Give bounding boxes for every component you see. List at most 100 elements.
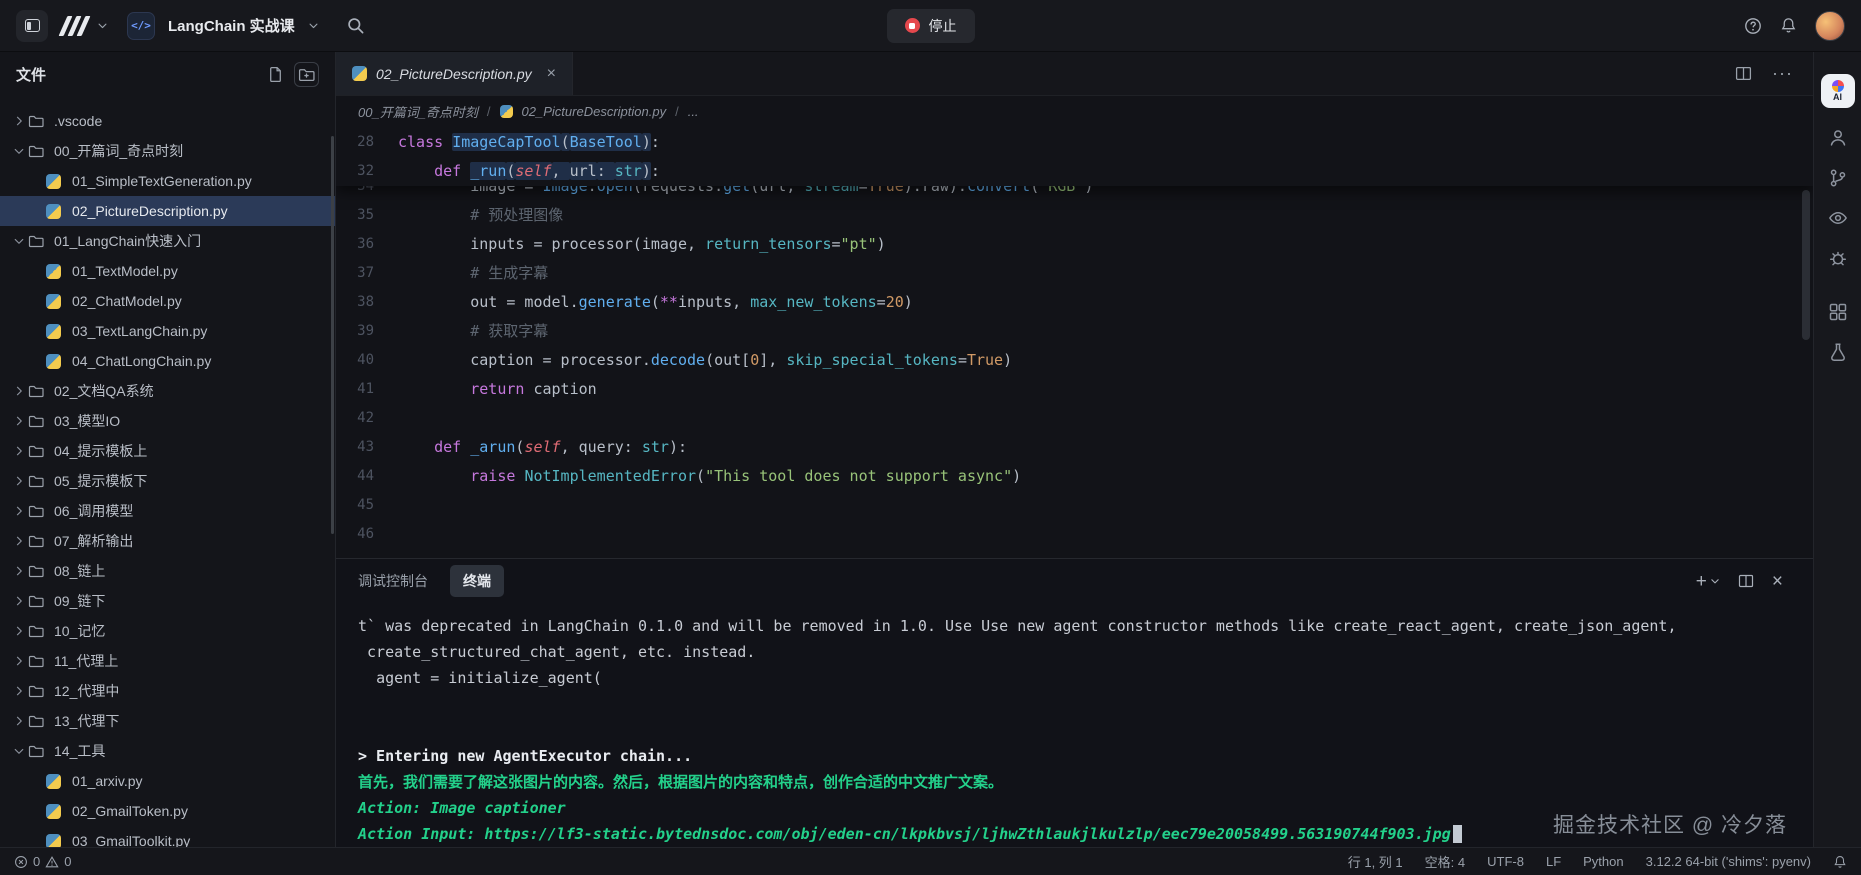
folder-icon [28,413,48,429]
tree-folder-item[interactable]: 07_解析输出 [0,526,335,556]
line-number: 40 [336,346,398,375]
tree-file-item[interactable]: 01_TextModel.py [0,256,335,286]
indentation[interactable]: 空格: 4 [1425,852,1465,871]
extensions-icon[interactable] [1828,302,1848,322]
breadcrumb-separator: / [487,104,491,119]
tree-folder-item[interactable]: 10_记忆 [0,616,335,646]
terminal-line: create_structured_chat_agent, etc. inste… [358,639,1813,665]
scrollbar-thumb[interactable] [1802,190,1810,340]
eol-sequence[interactable]: LF [1546,854,1561,869]
chevron-right-icon [10,685,28,697]
preview-icon[interactable] [1828,208,1848,228]
python-icon [46,324,66,339]
code-editor[interactable]: 28class ImageCapTool(BaseTool):32 def _r… [336,126,1813,558]
split-panel-icon[interactable] [1738,573,1754,589]
chevron-right-icon [10,625,28,637]
folder-icon [28,743,48,759]
chevron-right-icon [10,445,28,457]
code-line: 37 # 生成字幕 [336,259,1813,288]
tree-folder-item[interactable]: 01_LangChain快速入门 [0,226,335,256]
chevron-down-icon[interactable] [308,20,319,31]
line-number: 41 [336,375,398,404]
tree-file-item[interactable]: 02_ChatModel.py [0,286,335,316]
tree-folder-item[interactable]: 11_代理上 [0,646,335,676]
language-mode[interactable]: Python [1583,854,1623,869]
tree-folder-item[interactable]: 00_开篇词_奇点时刻 [0,136,335,166]
tree-item-label: 12_代理中 [54,681,119,701]
tree-item-label: 07_解析输出 [54,531,133,551]
terminal-line [358,717,1813,743]
breadcrumb-file[interactable]: 02_PictureDescription.py [522,104,667,119]
tree-folder-item[interactable]: 02_文档QA系统 [0,376,335,406]
new-folder-icon[interactable] [294,62,319,87]
breadcrumb-folder[interactable]: 00_开篇词_奇点时刻 [358,102,478,121]
tree-item-label: 00_开篇词_奇点时刻 [54,141,183,161]
chevron-down-icon[interactable] [97,20,108,31]
stop-button[interactable]: 停止 [887,9,975,43]
folder-icon [28,233,48,249]
tree-folder-item[interactable]: .vscode [0,106,335,136]
editor-scrollbar[interactable] [1801,126,1811,558]
tree-folder-item[interactable]: 06_调用模型 [0,496,335,526]
ai-assistant-icon[interactable]: AI [1821,74,1855,108]
breadcrumb: 00_开篇词_奇点时刻 / 02_PictureDescription.py /… [336,96,1813,126]
terminal-cursor [1453,825,1462,843]
tree-folder-item[interactable]: 05_提示模板下 [0,466,335,496]
chevron-right-icon [10,565,28,577]
experiments-icon[interactable] [1828,342,1848,362]
tree-file-item[interactable]: 04_ChatLongChain.py [0,346,335,376]
workspace-name[interactable]: LangChain 实战课 [168,15,295,36]
tree-item-label: 01_LangChain快速入门 [54,231,201,251]
breadcrumb-more[interactable]: ... [688,104,699,119]
plus-icon: + [1696,572,1707,591]
tree-file-item[interactable]: 02_PictureDescription.py [0,196,335,226]
close-panel-icon[interactable]: × [1772,572,1783,591]
bell-icon[interactable] [1780,17,1797,34]
avatar[interactable] [1815,11,1845,41]
encoding[interactable]: UTF-8 [1487,854,1524,869]
tree-folder-item[interactable]: 09_链下 [0,586,335,616]
notifications-bell-icon[interactable] [1833,855,1847,869]
new-terminal-button[interactable]: + [1696,572,1720,591]
code-line: 45 [336,491,1813,520]
editor-tab[interactable]: 02_PictureDescription.py × [336,52,573,95]
code-line: 36 inputs = processor(image, return_tens… [336,230,1813,259]
tree-folder-item[interactable]: 12_代理中 [0,676,335,706]
tab-terminal[interactable]: 终端 [450,565,504,597]
layout-toggle-button[interactable] [16,10,48,42]
tree-folder-item[interactable]: 08_链上 [0,556,335,586]
agent-icon[interactable] [1828,128,1848,148]
titlebar: </> LangChain 实战课 停止 [0,0,1861,52]
error-icon [14,855,28,869]
help-icon[interactable] [1744,17,1762,35]
activity-bar: AI [1813,52,1861,847]
folder-icon [28,683,48,699]
tree-file-item[interactable]: 03_TextLangChain.py [0,316,335,346]
python-interpreter[interactable]: 3.12.2 64-bit ('shims': pyenv) [1646,854,1811,869]
source-control-icon[interactable] [1828,168,1848,188]
split-editor-icon[interactable] [1735,65,1752,82]
cursor-position[interactable]: 行 1, 列 1 [1348,852,1403,871]
python-icon [46,264,66,279]
tree-file-item[interactable]: 01_arxiv.py [0,766,335,796]
search-icon[interactable] [346,16,365,35]
tree-folder-item[interactable]: 13_代理下 [0,706,335,736]
tab-debug-console[interactable]: 调试控制台 [358,571,428,591]
sidebar-scrollbar[interactable] [331,136,334,534]
close-icon[interactable]: × [547,65,556,83]
debug-icon[interactable] [1828,248,1848,268]
tree-file-item[interactable]: 03_GmailToolkit.py [0,826,335,847]
tree-folder-item[interactable]: 14_工具 [0,736,335,766]
new-file-icon[interactable] [267,66,284,83]
app-logo-icon[interactable] [63,16,86,36]
tree-item-label: 03_TextLangChain.py [72,323,207,339]
tree-file-item[interactable]: 02_GmailToken.py [0,796,335,826]
problems-indicator[interactable]: 0 0 [14,854,71,869]
line-number: 37 [336,259,398,288]
more-actions-icon[interactable]: ··· [1772,63,1793,84]
tree-folder-item[interactable]: 04_提示模板上 [0,436,335,466]
tree-folder-item[interactable]: 03_模型IO [0,406,335,436]
statusbar-right: 行 1, 列 1 空格: 4 UTF-8 LF Python 3.12.2 64… [1348,852,1847,871]
tree-file-item[interactable]: 01_SimpleTextGeneration.py [0,166,335,196]
line-number: 36 [336,230,398,259]
